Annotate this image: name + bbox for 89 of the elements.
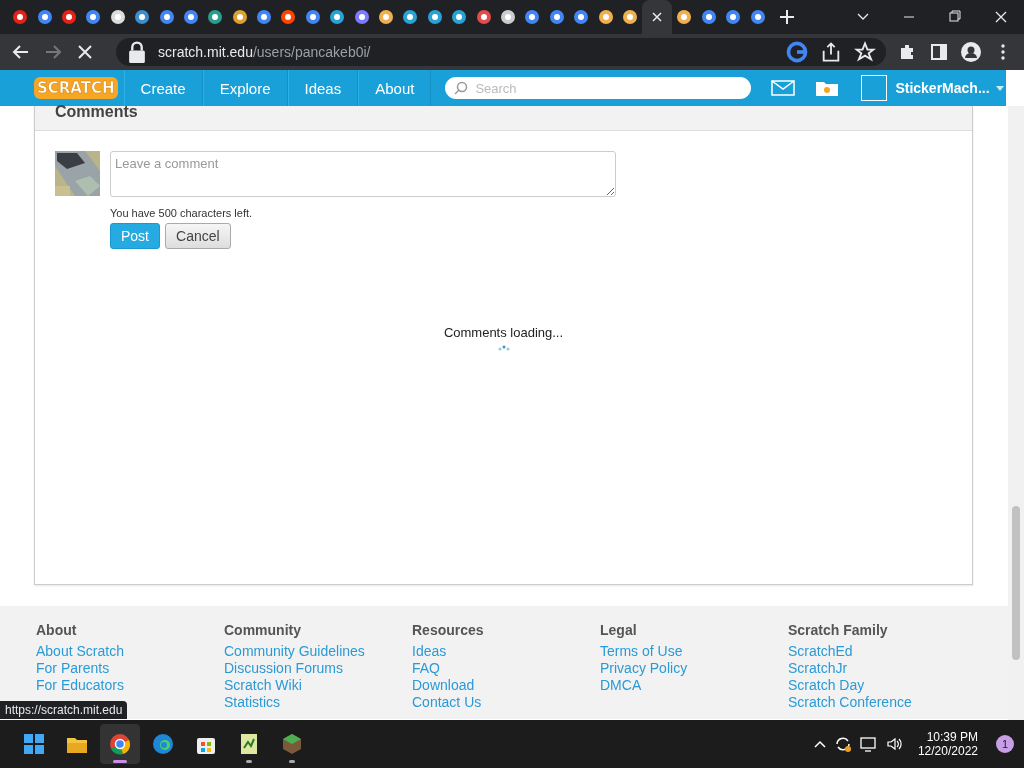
- favicon-icon: [85, 9, 102, 25]
- favicon-icon: [207, 9, 224, 25]
- favicon-icon: [109, 9, 126, 25]
- caret-icon: [995, 85, 1004, 91]
- favicon-icon: [725, 9, 742, 25]
- grass-block-icon: [280, 732, 304, 756]
- taskbar-app[interactable]: [100, 724, 140, 764]
- footer-link[interactable]: Terms of Use: [600, 643, 788, 660]
- footer-heading: About: [36, 622, 78, 638]
- mail-icon[interactable]: [771, 80, 796, 96]
- favicon-icon: [426, 9, 443, 25]
- volume-icon[interactable]: [885, 735, 904, 753]
- favicon-icon: [475, 9, 492, 25]
- favicon-icon: [231, 9, 248, 25]
- favicon-icon: [256, 9, 273, 25]
- footer-heading: Scratch Family: [788, 622, 889, 638]
- footer-heading: Legal: [600, 622, 638, 638]
- favicon-icon: [329, 9, 346, 25]
- favicon-icon: [524, 9, 541, 25]
- favicon-icon: [60, 9, 77, 25]
- lock-icon: [126, 41, 148, 63]
- loading-text: Comments loading...: [443, 325, 564, 340]
- footer-link[interactable]: DMCA: [600, 677, 788, 694]
- close-icon[interactable]: [652, 12, 663, 22]
- favicon-icon: [158, 9, 175, 25]
- favicon-icon: [280, 9, 297, 25]
- spinner-icon: [497, 344, 510, 352]
- favicon-icon: [12, 9, 29, 25]
- character-count: You have 500 characters left.: [110, 207, 254, 219]
- footer-link[interactable]: For Parents: [36, 660, 224, 677]
- favicon-icon: [700, 9, 717, 25]
- status-tooltip: https://scratch.mit.edu: [0, 701, 128, 719]
- cancel-button[interactable]: Cancel: [165, 223, 231, 249]
- start-icon: [22, 732, 46, 756]
- footer-link[interactable]: Scratch Wiki: [224, 677, 412, 694]
- footer-link[interactable]: Ideas: [412, 643, 600, 660]
- favicon-icon: [402, 9, 419, 25]
- google-icon[interactable]: [786, 41, 808, 63]
- footer-link[interactable]: Scratch Conference: [788, 694, 976, 711]
- footer-link[interactable]: ScratchEd: [788, 643, 976, 660]
- new-tab-icon[interactable]: [779, 10, 794, 24]
- footer-link[interactable]: About Scratch: [36, 643, 224, 660]
- favicon-icon: [621, 9, 638, 25]
- favicon-icon: [676, 9, 693, 25]
- star-icon[interactable]: [854, 41, 876, 63]
- share-icon[interactable]: [820, 41, 842, 63]
- favicon-icon: [597, 9, 614, 25]
- footer-heading: Community: [224, 622, 302, 638]
- footer-link[interactable]: Privacy Policy: [600, 660, 788, 677]
- profile-icon[interactable]: [960, 41, 982, 63]
- notification-badge[interactable]: 1: [996, 735, 1014, 753]
- network-icon[interactable]: [859, 735, 878, 753]
- favicon-icon: [451, 9, 468, 25]
- footer-link[interactable]: Scratch Day: [788, 677, 976, 694]
- favicon-icon: [378, 9, 395, 25]
- footer-link[interactable]: Community Guidelines: [224, 643, 412, 660]
- favicon-icon: [353, 9, 370, 25]
- favicon-icon: [749, 9, 766, 25]
- footer-link[interactable]: For Educators: [36, 677, 224, 694]
- favicon-icon: [548, 9, 565, 25]
- favicon-icon: [500, 9, 516, 25]
- sync-icon[interactable]: [833, 735, 852, 753]
- post-button[interactable]: Post: [110, 223, 160, 249]
- edge-icon: [151, 732, 175, 756]
- side-panel-icon[interactable]: [928, 41, 950, 63]
- favicon-icon: [573, 9, 590, 25]
- footer-link[interactable]: Download: [412, 677, 600, 694]
- username-menu[interactable]: StickerMach...: [895, 80, 1004, 96]
- clock[interactable]: 10:39 PM 12/20/2022: [917, 730, 978, 758]
- footer-link[interactable]: ScratchJr: [788, 660, 976, 677]
- user-avatar[interactable]: [861, 75, 888, 101]
- scratch-logo[interactable]: SCRATCH: [34, 77, 118, 99]
- section-title: Comments: [55, 103, 138, 121]
- favicon-icon: [36, 9, 53, 25]
- comment-field[interactable]: Leave a comment: [110, 151, 616, 197]
- footer-link[interactable]: Statistics: [224, 694, 412, 711]
- folder-icon[interactable]: [815, 79, 840, 97]
- footer-link[interactable]: Discussion Forums: [224, 660, 412, 677]
- chevron-up-icon[interactable]: [813, 740, 826, 748]
- favicon-icon: [182, 9, 199, 25]
- favicon-icon: [134, 9, 151, 25]
- search-field[interactable]: Search: [445, 77, 752, 99]
- address-bar[interactable]: scratch.mit.edu/users/pancakeb0i/: [116, 38, 886, 66]
- chrome-icon: [108, 732, 132, 756]
- favicon-icon: [304, 9, 321, 25]
- footer-link[interactable]: Contact Us: [412, 694, 600, 711]
- footer-heading: Resources: [412, 622, 485, 638]
- scrollbar[interactable]: [1008, 106, 1024, 720]
- footer-link[interactable]: FAQ: [412, 660, 600, 677]
